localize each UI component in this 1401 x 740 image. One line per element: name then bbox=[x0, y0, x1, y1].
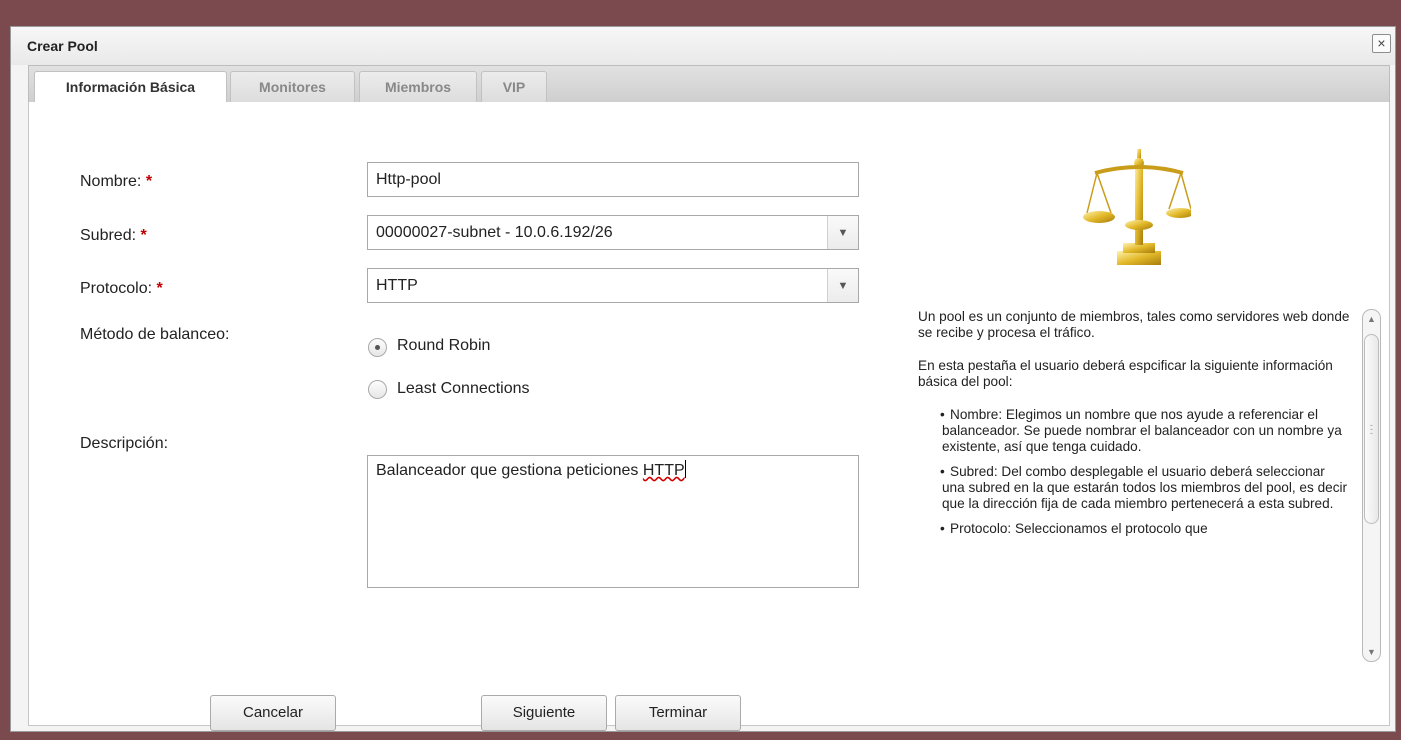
dialog-titlebar: Crear Pool × bbox=[11, 27, 1395, 65]
cancel-button[interactable]: Cancelar bbox=[210, 695, 336, 731]
tab-informacion-basica[interactable]: Información Básica bbox=[34, 71, 227, 104]
descripcion-label: Descripción: bbox=[80, 435, 169, 452]
least-connections-label: Least Connections bbox=[397, 380, 530, 397]
help-bullet: Protocolo: Seleccionamos el protocolo qu… bbox=[940, 521, 1350, 537]
next-button[interactable]: Siguiente bbox=[481, 695, 607, 731]
crear-pool-dialog: Crear Pool × Información Básica Monitore… bbox=[10, 26, 1396, 732]
chevron-down-icon[interactable]: ▼ bbox=[827, 216, 858, 249]
required-marker: * bbox=[156, 280, 163, 297]
help-bullet: Nombre: Elegimos un nombre que nos ayude… bbox=[940, 407, 1350, 455]
help-panel: Un pool es un conjunto de miembros, tale… bbox=[918, 309, 1350, 665]
tab-monitores[interactable]: Monitores bbox=[230, 71, 355, 103]
tab-miembros[interactable]: Miembros bbox=[359, 71, 477, 103]
close-icon[interactable]: × bbox=[1372, 34, 1391, 53]
protocolo-value: HTTP bbox=[376, 276, 418, 294]
subred-select[interactable]: 00000027-subnet - 10.0.6.192/26 ▼ bbox=[367, 215, 859, 250]
nombre-input[interactable]: Http-pool bbox=[367, 162, 859, 197]
least-connections-radio[interactable] bbox=[368, 380, 387, 399]
dialog-title: Crear Pool bbox=[27, 38, 98, 54]
help-paragraph: En esta pestaña el usuario deberá espcif… bbox=[918, 358, 1333, 389]
subred-label: Subred: * bbox=[80, 227, 147, 244]
help-list: Nombre: Elegimos un nombre que nos ayude… bbox=[918, 407, 1350, 537]
metodo-label: Método de balanceo: bbox=[80, 326, 230, 343]
scroll-up-icon[interactable]: ▲ bbox=[1363, 311, 1380, 327]
tab-vip[interactable]: VIP bbox=[481, 71, 547, 103]
round-robin-label: Round Robin bbox=[397, 337, 491, 354]
help-scrollbar[interactable]: ▲ --- ▼ bbox=[1362, 309, 1381, 662]
required-marker: * bbox=[140, 227, 147, 244]
tab-content: Nombre: * Http-pool Subred: * 00000027-s… bbox=[28, 102, 1390, 731]
required-marker: * bbox=[145, 173, 153, 190]
help-bullet: Subred: Del combo desplegable el usuario… bbox=[940, 464, 1350, 512]
tab-bar: Información Básica Monitores Miembros VI… bbox=[28, 65, 1390, 104]
protocolo-label: Protocolo: * bbox=[80, 280, 163, 297]
help-paragraph: Un pool es un conjunto de miembros, tale… bbox=[918, 309, 1350, 340]
descripcion-textarea[interactable]: Balanceador que gestiona peticiones HTTP bbox=[367, 455, 859, 588]
text-caret bbox=[684, 460, 686, 478]
subred-value: 00000027-subnet - 10.0.6.192/26 bbox=[376, 223, 613, 241]
chevron-down-icon[interactable]: ▼ bbox=[827, 269, 858, 302]
scroll-down-icon[interactable]: ▼ bbox=[1363, 644, 1380, 660]
round-robin-radio[interactable] bbox=[368, 338, 387, 357]
scroll-thumb[interactable]: --- bbox=[1364, 334, 1379, 524]
nombre-label: Nombre: * bbox=[80, 173, 153, 190]
protocolo-select[interactable]: HTTP ▼ bbox=[367, 268, 859, 303]
balance-scale-icon bbox=[1083, 149, 1191, 265]
finish-button[interactable]: Terminar bbox=[615, 695, 741, 731]
